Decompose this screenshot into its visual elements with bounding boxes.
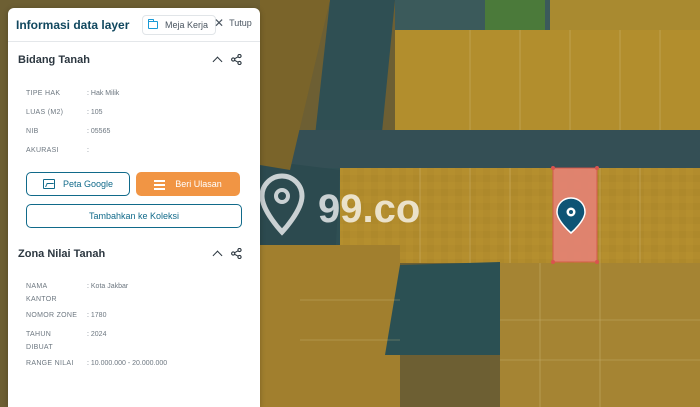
info-row: NIB : 05565 [26, 128, 242, 147]
info-row: TAHUN DIBUAT : 2024 [26, 328, 242, 360]
close-label: Tutup [229, 18, 252, 28]
peta-google-button[interactable]: Peta Google [26, 172, 130, 196]
row-key: NOMOR ZONE [26, 312, 78, 319]
row-key: AKURASI [26, 147, 59, 154]
zona-nilai-rows: NAMA KANTOR : Kota Jakbar NOMOR ZONE : 1… [8, 280, 260, 376]
meja-kerja-button[interactable]: Meja Kerja [142, 15, 216, 35]
peta-google-label: Peta Google [62, 179, 114, 189]
tambah-koleksi-label: Tambahkan ke Koleksi [88, 211, 180, 221]
row-value: : 1780 [87, 312, 107, 319]
meja-kerja-label: Meja Kerja [165, 20, 209, 30]
zone-block [260, 245, 400, 407]
zone-block [550, 0, 700, 30]
bidang-tanah-header[interactable]: Bidang Tanah [8, 42, 260, 78]
row-value: : 105 [87, 109, 103, 116]
panel-title: Informasi data layer [16, 17, 130, 32]
info-row: RANGE NILAI : 10.000.000 - 20.000.000 [26, 360, 242, 376]
row-key: NAMA KANTOR [26, 283, 57, 303]
row-value: : 2024 [87, 331, 107, 338]
row-key: NIB [26, 128, 39, 135]
row-key: RANGE NILAI [26, 360, 74, 367]
share-icon[interactable] [231, 54, 242, 65]
beri-ulasan-button[interactable]: Beri Ulasan [136, 172, 240, 196]
row-value: : 10.000.000 - 20.000.000 [87, 360, 168, 367]
info-row: TIPE HAK : Hak Milik [26, 90, 242, 109]
section-title-bidang: Bidang Tanah [18, 54, 90, 66]
watermark-text: 99.co [318, 187, 420, 231]
map-icon [42, 179, 55, 189]
info-row: LUAS (M2) : 105 [26, 109, 242, 128]
chevron-up-icon[interactable] [212, 56, 223, 66]
zona-nilai-header[interactable]: Zona Nilai Tanah [8, 236, 260, 272]
chevron-up-icon[interactable] [212, 250, 223, 260]
road-horizontal [260, 130, 700, 168]
row-value: : Kota Jakbar [87, 283, 129, 290]
row-value: : [87, 147, 89, 154]
action-buttons: Peta Google Beri Ulasan [8, 172, 260, 196]
bidang-tanah-rows: TIPE HAK : Hak Milik LUAS (M2) : 105 NIB… [8, 90, 260, 166]
row-key: LUAS (M2) [26, 109, 64, 116]
row-value: : Hak Milik [87, 90, 120, 97]
info-panel: Informasi data layer Meja Kerja ✕ Tutup … [8, 8, 260, 407]
zone-block [395, 30, 700, 130]
folder-icon [148, 19, 158, 29]
close-button[interactable]: ✕ Tutup [214, 16, 252, 30]
row-key: TAHUN DIBUAT [26, 331, 53, 351]
info-row: AKURASI : [26, 147, 242, 166]
list-icon [154, 179, 166, 190]
beri-ulasan-label: Beri Ulasan [175, 179, 222, 189]
row-value: : 05565 [87, 128, 111, 135]
share-icon[interactable] [231, 248, 242, 259]
info-row: NOMOR ZONE : 1780 [26, 312, 242, 328]
zone-green [485, 0, 545, 30]
section-title-zona: Zona Nilai Tanah [18, 248, 106, 260]
panel-header: Informasi data layer Meja Kerja ✕ Tutup [8, 8, 260, 42]
tambah-koleksi-button[interactable]: Tambahkan ke Koleksi [26, 204, 242, 228]
close-icon: ✕ [214, 16, 225, 30]
info-row: NAMA KANTOR : Kota Jakbar [26, 280, 242, 312]
row-key: TIPE HAK [26, 90, 61, 97]
zone-dark [385, 262, 500, 355]
